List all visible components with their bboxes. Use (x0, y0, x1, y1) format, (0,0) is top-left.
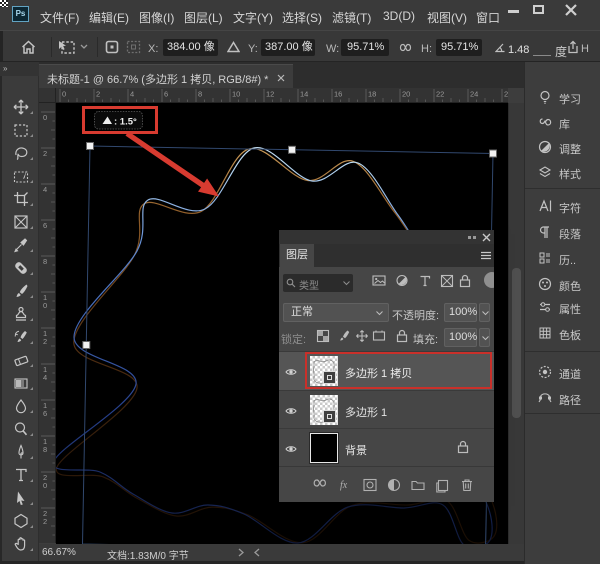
svg-text:18: 18 (368, 90, 376, 99)
svg-text:2: 2 (43, 149, 47, 158)
svg-text:20: 20 (402, 90, 410, 99)
svg-text:8: 8 (43, 257, 47, 266)
svg-text:4: 4 (43, 373, 47, 382)
svg-text:0: 0 (43, 113, 47, 122)
svg-text:22: 22 (436, 90, 444, 99)
svg-text:16: 16 (334, 90, 342, 99)
svg-text:26: 26 (504, 90, 508, 99)
svg-text:fx: fx (340, 480, 348, 491)
svg-text:4: 4 (43, 185, 47, 194)
svg-text:8: 8 (198, 90, 202, 99)
svg-text:12: 12 (266, 90, 274, 99)
svg-text:4: 4 (130, 90, 134, 99)
svg-text:24: 24 (470, 90, 478, 99)
svg-text:: 1.5°: : 1.5° (114, 117, 137, 128)
svg-text:0: 0 (43, 301, 47, 310)
svg-text:2: 2 (43, 337, 47, 346)
svg-text:0: 0 (43, 481, 47, 490)
svg-text:6: 6 (43, 221, 47, 230)
svg-text:8: 8 (43, 445, 47, 454)
svg-text:6: 6 (164, 90, 168, 99)
svg-text:0: 0 (62, 90, 66, 99)
svg-text:2: 2 (43, 517, 47, 526)
svg-text:2: 2 (96, 90, 100, 99)
svg-text:14: 14 (300, 90, 308, 99)
svg-text:6: 6 (43, 409, 47, 418)
svg-text:10: 10 (232, 90, 240, 99)
